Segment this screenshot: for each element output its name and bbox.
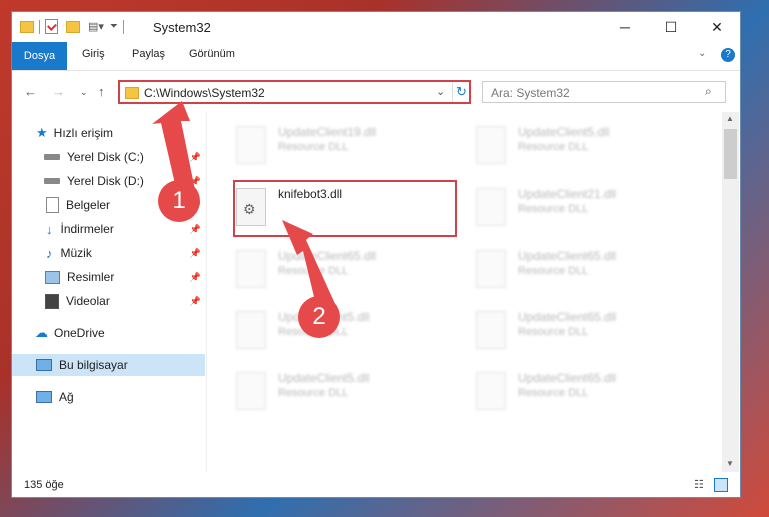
step-badge-2: 2	[298, 296, 340, 338]
annotation-arrows	[152, 101, 336, 322]
step-badge-1: 1	[158, 180, 200, 222]
